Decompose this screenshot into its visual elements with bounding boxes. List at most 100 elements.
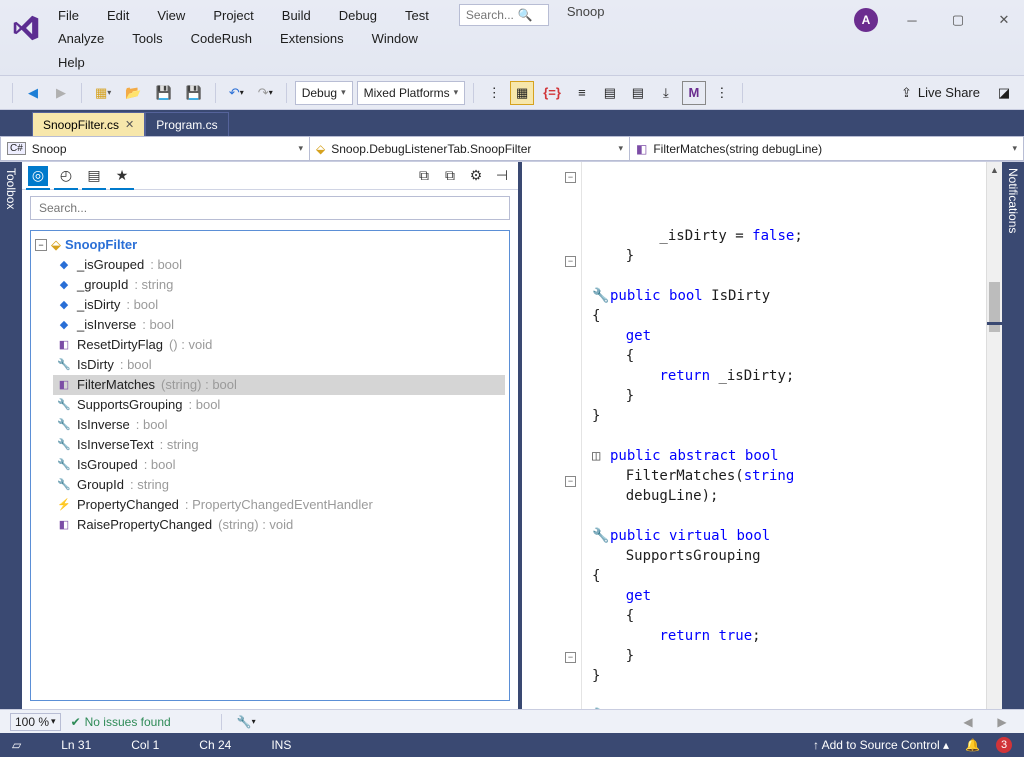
save-all-button[interactable]: 💾 xyxy=(181,81,207,105)
document-tabs: SnoopFilter.cs✕Program.cs xyxy=(0,110,1024,136)
live-share-button[interactable]: ⇪ Live Share xyxy=(893,85,988,101)
outline-item-SupportsGrouping[interactable]: 🔧SupportsGrouping : bool xyxy=(53,395,505,415)
menu-tools[interactable]: Tools xyxy=(126,29,168,48)
status-ins[interactable]: INS xyxy=(271,738,291,752)
tb-icon-8[interactable]: M xyxy=(682,81,706,105)
maximize-button[interactable]: ▢ xyxy=(946,10,970,30)
redo-button[interactable]: ↷▾ xyxy=(253,81,278,105)
fold-box-icon[interactable]: − xyxy=(565,476,576,487)
open-button[interactable]: 📂 xyxy=(120,81,146,105)
outline-item-IsInverseText[interactable]: 🔧IsInverseText : string xyxy=(53,435,505,455)
close-button[interactable]: ✕ xyxy=(992,10,1016,30)
tb-icon-5[interactable]: ▤ xyxy=(598,81,622,105)
tb-icon-3[interactable]: {=} xyxy=(538,81,566,105)
menu-build[interactable]: Build xyxy=(276,6,317,25)
outline-tool-clock[interactable]: ◴ xyxy=(56,166,76,186)
outline-tool-star[interactable]: ★ xyxy=(112,166,132,186)
menu-project[interactable]: Project xyxy=(207,6,259,25)
outline-search-input[interactable]: Search... xyxy=(30,196,510,220)
vertical-scrollbar[interactable]: ▲ xyxy=(986,162,1002,709)
nav-type-combo[interactable]: ⬙ Snoop.DebugListenerTab.SnoopFilter▾ xyxy=(310,136,630,161)
nav-member-combo[interactable]: ◧ FilterMatches(string debugLine)▾ xyxy=(630,136,1024,161)
outline-item-PropertyChanged[interactable]: ⚡PropertyChanged : PropertyChangedEventH… xyxy=(53,495,505,515)
collapse-icon[interactable]: − xyxy=(35,239,47,251)
outline-tool-gear[interactable]: ⚙ xyxy=(466,166,486,186)
toolbox-rail[interactable]: Toolbox xyxy=(0,162,22,709)
method-icon: ◧ xyxy=(57,338,71,352)
platform-select[interactable]: Mixed Platforms▾ xyxy=(357,81,466,105)
menu-help[interactable]: Help xyxy=(52,53,91,72)
menu-view[interactable]: View xyxy=(151,6,191,25)
outline-item-_isDirty[interactable]: ◆_isDirty : bool xyxy=(53,295,505,315)
close-icon[interactable]: ✕ xyxy=(125,118,134,131)
outline-item-_isInverse[interactable]: ◆_isInverse : bool xyxy=(53,315,505,335)
fold-box-icon[interactable]: − xyxy=(565,256,576,267)
menu-edit[interactable]: Edit xyxy=(101,6,135,25)
property-icon: 🔧 xyxy=(592,286,606,306)
zoom-select[interactable]: 100 %▾ xyxy=(10,713,61,731)
fold-box-icon[interactable]: − xyxy=(565,172,576,183)
tb-icon-4[interactable]: ≡ xyxy=(570,81,594,105)
new-item-button[interactable]: ▦▾ xyxy=(90,81,116,105)
menu-extensions[interactable]: Extensions xyxy=(274,29,350,48)
status-nav-left[interactable]: ◀ xyxy=(956,710,980,734)
tb-icon-2[interactable]: ▦ xyxy=(510,81,534,105)
solution-name: Snoop xyxy=(567,4,605,26)
status-ch[interactable]: Ch 24 xyxy=(199,738,231,752)
fold-box-icon[interactable]: − xyxy=(565,652,576,663)
menu-file[interactable]: File xyxy=(52,6,85,25)
status-ln[interactable]: Ln 31 xyxy=(61,738,91,752)
property-icon: 🔧 xyxy=(592,526,606,546)
menu-window[interactable]: Window xyxy=(366,29,424,48)
tb-icon-6[interactable]: ▤ xyxy=(626,81,650,105)
menu-coderush[interactable]: CodeRush xyxy=(185,29,258,48)
tb-icon-1[interactable]: ⋮ xyxy=(482,81,506,105)
menu-debug[interactable]: Debug xyxy=(333,6,383,25)
outline-tool-stack[interactable]: ▤ xyxy=(84,166,104,186)
status-col[interactable]: Col 1 xyxy=(131,738,159,752)
nav-fwd-button[interactable]: ▶ xyxy=(49,81,73,105)
method-icon: ◧ xyxy=(57,518,71,532)
bell-icon[interactable]: 🔔 xyxy=(965,738,980,752)
status-nav-right[interactable]: ▶ xyxy=(990,710,1014,734)
outline-item-_groupId[interactable]: ◆_groupId : string xyxy=(53,275,505,295)
title-search-input[interactable]: Search...🔍 xyxy=(459,4,549,26)
issues-status[interactable]: ✔No issues found xyxy=(71,715,171,729)
nav-project-combo[interactable]: C# Snoop▾ xyxy=(0,136,310,161)
minimize-button[interactable]: ─ xyxy=(900,10,924,30)
notification-badge[interactable]: 3 xyxy=(996,737,1012,753)
menu-analyze[interactable]: Analyze xyxy=(52,29,110,48)
status-tool-1[interactable]: 🔧▾ xyxy=(232,710,261,734)
outline-item-ResetDirtyFlag[interactable]: ◧ResetDirtyFlag () : void xyxy=(53,335,505,355)
status-item-icon[interactable]: ▱ xyxy=(12,738,21,752)
outline-item-_isGrouped[interactable]: ◆_isGrouped : bool xyxy=(53,255,505,275)
tab-Program-cs[interactable]: Program.cs xyxy=(145,112,228,136)
outline-item-IsInverse[interactable]: 🔧IsInverse : bool xyxy=(53,415,505,435)
outline-item-IsDirty[interactable]: 🔧IsDirty : bool xyxy=(53,355,505,375)
outline-item-IsGrouped[interactable]: 🔧IsGrouped : bool xyxy=(53,455,505,475)
outline-tool-copy2[interactable]: ⧉ xyxy=(440,166,460,186)
menu-test[interactable]: Test xyxy=(399,6,435,25)
user-avatar[interactable]: A xyxy=(854,8,878,32)
tab-SnoopFilter-cs[interactable]: SnoopFilter.cs✕ xyxy=(32,112,145,136)
editor-gutter: − − − − xyxy=(522,162,582,709)
config-select[interactable]: Debug▾ xyxy=(295,81,353,105)
outline-item-GroupId[interactable]: 🔧GroupId : string xyxy=(53,475,505,495)
outline-tool-pin[interactable]: ⊣ xyxy=(492,166,512,186)
feedback-button[interactable]: ◪ xyxy=(992,81,1016,105)
source-control-button[interactable]: ↑ Add to Source Control ▴ xyxy=(813,738,949,752)
nav-back-button[interactable]: ◀ xyxy=(21,81,45,105)
undo-button[interactable]: ↶▾ xyxy=(224,81,249,105)
outline-item-RaisePropertyChanged[interactable]: ◧RaisePropertyChanged (string) : void xyxy=(53,515,505,535)
tb-icon-7[interactable]: ⤓ xyxy=(654,81,678,105)
notifications-rail[interactable]: Notifications xyxy=(1002,162,1024,709)
outline-tool-copy1[interactable]: ⧉ xyxy=(414,166,434,186)
outline-item-FilterMatches[interactable]: ◧FilterMatches (string) : bool xyxy=(53,375,505,395)
save-button[interactable]: 💾 xyxy=(151,81,177,105)
titlebar: File Edit View Project Build Debug Test Search.… xyxy=(0,0,1024,76)
outline-tool-location[interactable]: ◎ xyxy=(28,166,48,186)
outline-class[interactable]: SnoopFilter xyxy=(65,235,137,255)
code-editor[interactable]: − − − − 💡 _isDirty = false; } 🔧public bo… xyxy=(522,162,1002,709)
tb-icon-9[interactable]: ⋮ xyxy=(710,81,734,105)
search-icon: 🔍 xyxy=(518,8,533,22)
